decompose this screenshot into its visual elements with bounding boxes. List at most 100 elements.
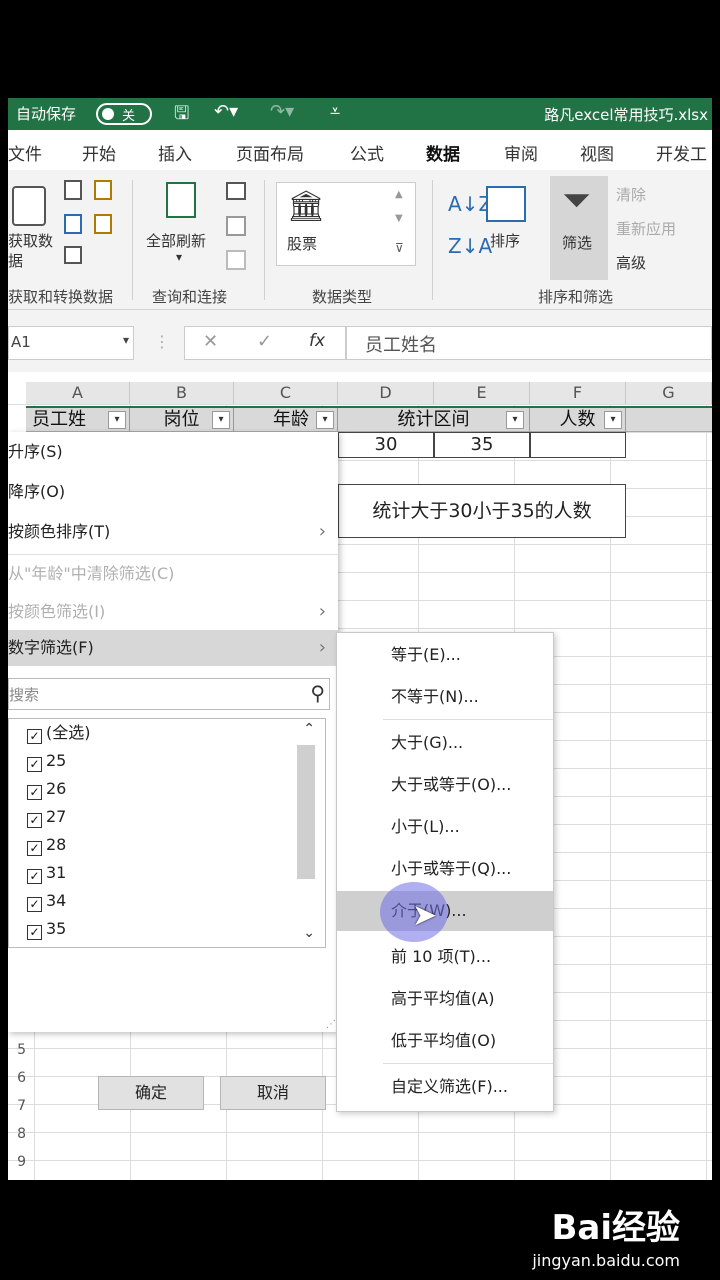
checklist-item[interactable]: ✓ 26 [27,775,66,803]
redo-icon[interactable]: ↷▾ [270,101,294,122]
column-header-g[interactable]: G [626,382,712,404]
advanced-button[interactable]: 高级 [616,252,646,273]
clear-filter-item[interactable]: 从"年龄"中清除筛选(C) [8,556,338,592]
filter-less-item[interactable]: 小于(L)... [337,807,553,847]
gallery-up-icon[interactable]: ▲ [395,189,403,200]
filter-above-average-item[interactable]: 高于平均值(A) [337,979,553,1019]
checklist-item[interactable]: ✓ 35 [27,915,66,943]
cell-d2[interactable]: 30 [338,432,434,458]
queries-connections-icon[interactable] [226,182,246,200]
row-number[interactable]: 5 [8,1042,26,1070]
edit-links-icon[interactable] [226,250,246,270]
sort-descending-item[interactable]: 降序(O) [8,474,338,510]
header-cell-age[interactable]: 年龄 ▾ [234,408,338,432]
checkbox-icon[interactable]: ✓ [27,897,42,912]
scroll-up-icon[interactable]: ⌃ [303,721,315,737]
gallery-down-icon[interactable]: ▼ [395,213,403,224]
sort-ascending-item[interactable]: 升序(S) [8,434,338,470]
tab-view[interactable]: 视图 [580,140,614,165]
filter-not-equal-item[interactable]: 不等于(N)... [337,677,553,717]
cell-f2[interactable] [530,432,626,458]
row-number[interactable]: 7 [8,1098,26,1126]
checklist-item[interactable]: ✓ 25 [27,747,66,775]
autosave-toggle[interactable]: 关 [96,103,152,125]
tab-file[interactable]: 文件 [8,140,42,165]
filter-greater-item[interactable]: 大于(G)... [337,723,553,763]
filter-custom-item[interactable]: 自定义筛选(F)... [337,1067,553,1107]
formula-input[interactable]: 员工姓名 [346,326,712,360]
column-header-f[interactable]: F [530,382,626,404]
header-cell-range[interactable]: 统计区间 ▾ [338,408,530,432]
existing-connections-icon[interactable] [94,214,112,234]
filter-dropdown-icon[interactable]: ▾ [506,411,524,429]
column-header-a[interactable]: A [26,382,130,404]
filter-by-color-item[interactable]: 按颜色筛选(I) › [8,594,338,630]
save-icon[interactable]: 🖫 [174,101,189,131]
stocks-button[interactable]: 股票 [287,233,317,254]
clear-filter-button[interactable]: 清除 [616,184,646,205]
ok-button[interactable]: 确定 [98,1076,204,1110]
column-header-d[interactable]: D [338,382,434,404]
scrollbar-thumb[interactable] [297,745,315,879]
tab-formulas[interactable]: 公式 [350,140,384,165]
resize-grip-icon[interactable]: ⋰ [326,1019,336,1030]
tab-developer[interactable]: 开发工 [656,140,707,165]
header-cell-name[interactable]: 员工姓 ▾ [26,408,130,432]
column-header-c[interactable]: C [234,382,338,404]
data-type-gallery[interactable]: 🏛 股票 ▲ ▼ ⊽ [276,182,416,266]
row-number[interactable]: 6 [8,1070,26,1098]
number-filters-item[interactable]: 数字筛选(F) › [8,630,338,666]
note-cell[interactable]: 统计大于30小于35的人数 [338,484,626,538]
cancel-button[interactable]: 取消 [220,1076,326,1110]
tab-review[interactable]: 审阅 [504,140,538,165]
column-header-b[interactable]: B [130,382,234,404]
checklist-item-select-all[interactable]: ✓ (全选) [27,719,91,747]
undo-icon[interactable]: ↶▾ [214,101,238,122]
sort-button[interactable]: 排序 [490,230,520,251]
get-data-label-1[interactable]: 获取数 [8,230,53,251]
checklist-item[interactable]: ✓ 34 [27,887,66,915]
customize-qat-icon[interactable]: ⩡ [330,101,340,122]
cancel-icon[interactable]: ✕ [203,331,218,352]
checkbox-icon[interactable]: ✓ [27,729,42,744]
checklist-item[interactable]: ✓ 27 [27,803,66,831]
filter-search-input[interactable]: 搜索 ⚲ [8,678,330,710]
from-text-icon[interactable] [64,180,82,200]
checklist-item[interactable]: ✓ 31 [27,859,66,887]
gallery-more-icon[interactable]: ⊽ [395,241,404,255]
from-web-icon[interactable] [64,214,82,234]
filter-greater-equal-item[interactable]: 大于或等于(O)... [337,765,553,805]
properties-icon[interactable] [226,216,246,236]
scroll-down-icon[interactable]: ⌄ [303,925,315,941]
row-number[interactable]: 8 [8,1126,26,1154]
checkbox-icon[interactable]: ✓ [27,925,42,940]
checkbox-icon[interactable]: ✓ [27,785,42,800]
chevron-down-icon[interactable]: ▾ [176,250,182,264]
header-cell-position[interactable]: 岗位 ▾ [130,408,234,432]
enter-icon[interactable]: ✓ [257,331,272,352]
reapply-button[interactable]: 重新应用 [616,218,676,239]
recent-sources-icon[interactable] [94,180,112,200]
refresh-all-button[interactable]: 全部刷新 [146,230,206,251]
sort-descending-icon[interactable]: Z↓A [448,234,492,258]
checklist-item[interactable]: ✓ 28 [27,831,66,859]
filter-dropdown-icon[interactable]: ▾ [212,411,230,429]
filter-below-average-item[interactable]: 低于平均值(O) [337,1021,553,1061]
cell-e2[interactable]: 35 [434,432,530,458]
checkbox-icon[interactable]: ✓ [27,869,42,884]
chevron-down-icon[interactable]: ▾ [123,333,129,347]
checkbox-icon[interactable]: ✓ [27,813,42,828]
header-cell-count[interactable]: 人数 ▾ [530,408,626,432]
tab-page-layout[interactable]: 页面布局 [236,140,304,165]
insert-function-icon[interactable]: fx [309,331,325,351]
tab-data[interactable]: 数据 [426,140,460,173]
checkbox-icon[interactable]: ✓ [27,757,42,772]
filter-less-equal-item[interactable]: 小于或等于(Q)... [337,849,553,889]
tab-insert[interactable]: 插入 [158,140,192,165]
get-data-label-2[interactable]: 据 [8,250,23,271]
filter-button[interactable]: ⏷ 筛选 [550,176,608,280]
filter-dropdown-icon[interactable]: ▾ [604,411,622,429]
column-header-e[interactable]: E [434,382,530,404]
filter-dropdown-icon[interactable]: ▾ [316,411,334,429]
filter-top-10-item[interactable]: 前 10 项(T)... [337,937,553,977]
